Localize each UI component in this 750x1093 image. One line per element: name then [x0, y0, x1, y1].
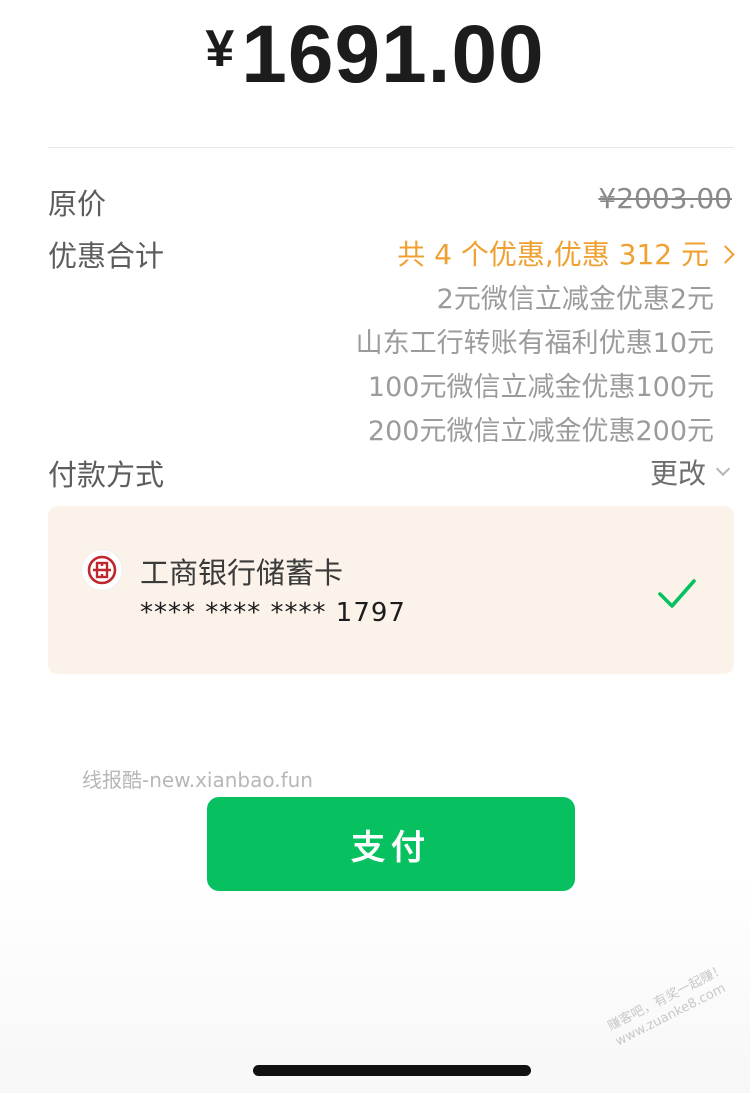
discount-summary-text: 共 4 个优惠,优惠 312 元 [397, 238, 709, 271]
change-label: 更改 [649, 457, 706, 490]
card-number: **** **** **** 1797 [140, 598, 406, 628]
discount-item: 100元微信立减金优惠100元 [367, 372, 714, 403]
payment-method-label: 付款方式 [48, 458, 165, 492]
discount-summary-link[interactable]: 共 4 个优惠,优惠 312 元 [397, 233, 735, 273]
discount-list: 2元微信立减金优惠2元 山东工行转账有福利优惠10元 100元微信立减金优惠10… [356, 278, 714, 454]
corner-watermark: 赚客吧，有奖一起赚！ www.zuanke8.com [605, 961, 736, 1050]
discount-item: 山东工行转账有福利优惠10元 [355, 328, 714, 359]
currency-symbol: ¥ [205, 20, 236, 78]
site-watermark: 线报酷-new.xianbao.fun [82, 768, 313, 792]
chevron-right-icon [716, 244, 735, 264]
discount-item: 2元微信立减金优惠2元 [436, 284, 714, 315]
icbc-logo-icon [82, 550, 122, 590]
checkmark-icon [658, 579, 696, 608]
change-payment-button[interactable]: 更改 [650, 452, 732, 492]
divider [48, 147, 734, 148]
chevron-down-icon [715, 461, 731, 477]
home-indicator [253, 1065, 531, 1076]
payment-amount: ¥1691.00 [0, 8, 750, 108]
original-price-label: 原价 [48, 187, 107, 221]
payment-card-option[interactable]: 工商银行储蓄卡 **** **** **** 1797 [48, 506, 734, 674]
bank-name: 工商银行储蓄卡 [140, 556, 344, 590]
amount-value: 1691.00 [241, 9, 545, 100]
pay-button[interactable]: 支付 [207, 797, 575, 891]
discount-item: 200元微信立减金优惠200元 [367, 416, 714, 447]
discount-total-label: 优惠合计 [48, 239, 165, 273]
original-price-value: ¥2003.00 [598, 182, 732, 215]
